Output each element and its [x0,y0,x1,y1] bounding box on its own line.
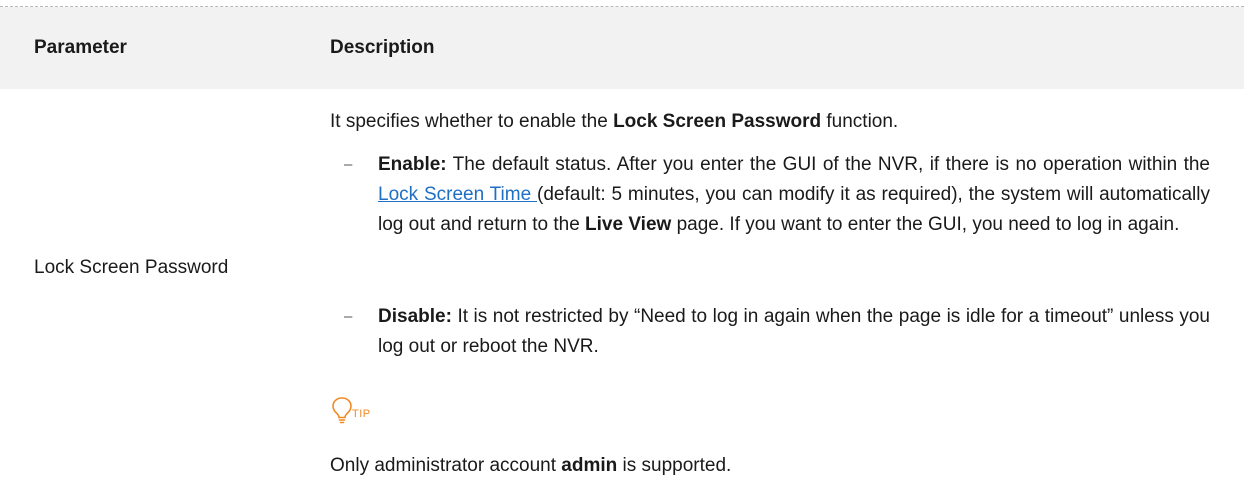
disable-text: It is not restricted by “Need to log in … [378,306,1210,357]
parameter-table: Parameter Description Lock Screen Passwo… [0,0,1244,499]
tip-label: TIP [352,408,371,420]
tip-note-before: Only administrator account [330,455,562,476]
bullet-disable-text: Disable: It is not restricted by “Need t… [378,302,1210,362]
description-cell: It specifies whether to enable the Lock … [330,0,1210,499]
bullet-enable: – Enable: The default status. After you … [330,150,1210,240]
enable-text-part1: The default status. After you enter the … [446,154,1210,175]
intro-text-before: It specifies whether to enable the [330,111,614,132]
bullet-enable-text: Enable: The default status. After you en… [378,150,1210,240]
intro-text-after: function. [821,111,899,132]
enable-term: Enable: [378,154,447,175]
tip-note-after: is supported. [617,455,732,476]
bullet-marker: – [344,308,353,325]
tip-note-bold: admin [561,455,618,476]
description-intro: It specifies whether to enable the Lock … [330,110,1210,134]
bullet-disable: – Disable: It is not restricted by “Need… [330,302,1210,362]
tip-note: Only administrator account admin is supp… [330,454,1210,478]
enable-text-part3: page. If you want to enter the GUI, you … [671,214,1180,235]
tip-block: TIP [330,395,410,425]
intro-bold-term: Lock Screen Password [613,111,822,132]
disable-term: Disable: [378,306,452,327]
lightbulb-icon [332,397,352,424]
parameter-name: Lock Screen Password [34,257,229,278]
bullet-marker: – [344,156,353,173]
live-view-term: Live View [585,214,672,235]
lock-screen-time-link[interactable]: Lock Screen Time [378,184,537,205]
header-parameter: Parameter [34,37,127,58]
